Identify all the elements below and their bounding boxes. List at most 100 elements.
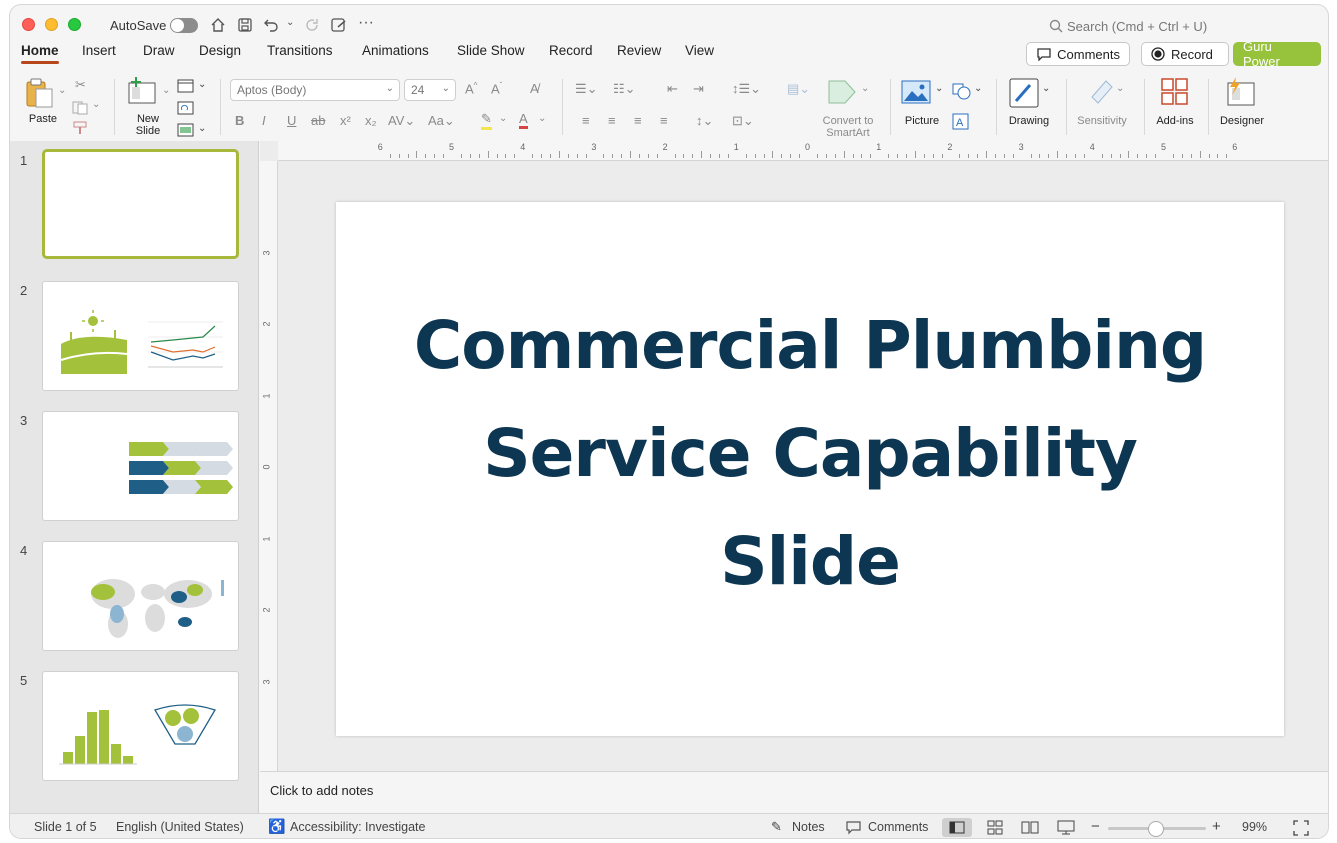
shrink-font-icon[interactable]: Aˇ (491, 81, 502, 96)
new-slide-dropdown-icon[interactable]: ⌄ (162, 85, 170, 96)
save-icon[interactable] (237, 17, 253, 33)
more-icon[interactable]: ··· (358, 14, 374, 32)
reset-icon[interactable] (177, 101, 195, 115)
paste-dropdown-icon[interactable]: ⌄ (58, 85, 66, 96)
bullets-icon[interactable]: ☰⌄ (575, 81, 598, 97)
tab-draw[interactable]: Draw (143, 43, 175, 58)
highlight-dropdown-icon[interactable]: ⌄ (499, 113, 507, 124)
tab-record[interactable]: Record (549, 43, 593, 58)
decrease-indent-icon[interactable]: ⇤ (667, 81, 678, 97)
drawing-icon[interactable] (1008, 77, 1040, 109)
font-name-select[interactable]: Aptos (Body) ⌄ (230, 79, 400, 101)
section-dropdown-icon[interactable]: ⌄ (198, 123, 206, 134)
slide-sorter-icon[interactable] (987, 820, 1003, 835)
character-spacing-icon[interactable]: AV⌄ (388, 113, 415, 129)
slide-thumbnail-1[interactable] (42, 149, 239, 259)
record-button[interactable]: Record (1141, 42, 1229, 66)
align-left-icon[interactable]: ≡ (582, 113, 590, 128)
tab-review[interactable]: Review (617, 43, 661, 58)
cut-icon[interactable]: ✂ (75, 77, 86, 93)
current-slide[interactable]: Commercial Plumbing Service Capability S… (336, 202, 1284, 736)
minimize-window-button[interactable] (45, 18, 58, 31)
format-painter-icon[interactable] (72, 121, 90, 135)
drawing-dropdown-icon[interactable]: ⌄ (1042, 83, 1050, 94)
tab-animations[interactable]: Animations (362, 43, 429, 58)
redo-icon[interactable] (304, 17, 320, 33)
text-direction-icon[interactable]: ↕⌄ (696, 113, 713, 129)
reading-view-icon[interactable] (1021, 820, 1039, 835)
slide-thumbnail-4[interactable] (42, 541, 239, 651)
undo-icon[interactable] (263, 17, 281, 33)
zoom-in-button[interactable]: + (1212, 818, 1221, 835)
align-center-icon[interactable]: ≡ (608, 113, 616, 128)
notes-pane[interactable]: Click to add notes (260, 771, 1328, 813)
sensitivity-icon[interactable] (1086, 77, 1116, 107)
smartart-icon[interactable] (827, 79, 857, 105)
tab-home[interactable]: Home (21, 43, 59, 64)
increase-indent-icon[interactable]: ⇥ (693, 81, 704, 97)
section-icon[interactable] (177, 123, 195, 137)
font-size-select[interactable]: 24 ⌄ (404, 79, 456, 101)
zoom-slider[interactable] (1108, 821, 1206, 837)
autosave-toggle[interactable] (170, 18, 198, 33)
slide-show-icon[interactable] (1057, 820, 1075, 835)
align-right-icon[interactable]: ≡ (634, 113, 642, 128)
zoom-slider-thumb[interactable] (1148, 821, 1164, 837)
guru-power-button[interactable]: Guru Power (1233, 39, 1321, 69)
strikethrough-icon[interactable]: ab (311, 113, 325, 128)
slide-thumbnail-3[interactable] (42, 411, 239, 521)
sensitivity-dropdown-icon[interactable]: ⌄ (1116, 83, 1124, 94)
change-case-icon[interactable]: Aa⌄ (428, 113, 455, 129)
add-ins-icon[interactable] (1160, 77, 1190, 107)
smartart-dropdown-icon[interactable]: ⌄ (861, 83, 869, 94)
layout-dropdown-icon[interactable]: ⌄ (198, 79, 206, 90)
home-icon[interactable] (210, 17, 226, 33)
columns-icon[interactable]: ▤⌄ (787, 81, 810, 97)
shapes-dropdown-icon[interactable]: ⌄ (974, 83, 982, 94)
picture-icon[interactable] (901, 79, 931, 105)
tab-design[interactable]: Design (199, 43, 241, 58)
italic-icon[interactable]: I (262, 113, 266, 128)
comments-button[interactable]: Comments (1026, 42, 1130, 66)
tab-slide-show[interactable]: Slide Show (457, 43, 525, 58)
line-spacing-icon[interactable]: ↕☰⌄ (732, 81, 761, 97)
align-text-icon[interactable]: ⊡⌄ (732, 113, 754, 129)
grow-font-icon[interactable]: A^ (465, 81, 477, 96)
slide-thumbnail-2[interactable] (42, 281, 239, 391)
underline-icon[interactable]: U (287, 113, 296, 128)
bold-icon[interactable]: B (235, 113, 244, 128)
picture-dropdown-icon[interactable]: ⌄ (935, 83, 943, 94)
paste-icon[interactable] (25, 77, 55, 109)
comments-toggle[interactable]: Comments (868, 820, 928, 834)
zoom-window-button[interactable] (68, 18, 81, 31)
designer-icon[interactable] (1224, 75, 1258, 107)
highlight-icon[interactable]: ✎ (481, 111, 492, 130)
subscript-icon[interactable]: x₂ (365, 113, 377, 128)
superscript-icon[interactable]: x² (340, 113, 351, 128)
notes-toggle[interactable]: Notes (792, 820, 825, 834)
undo-dropdown-icon[interactable]: ⌄ (286, 17, 294, 28)
search-input[interactable]: Search (Cmd + Ctrl + U) (1067, 19, 1207, 34)
clear-formatting-icon[interactable]: A̸ (530, 81, 539, 96)
customize-icon[interactable] (330, 17, 348, 33)
slide-title[interactable]: Commercial Plumbing Service Capability S… (336, 292, 1284, 616)
zoom-out-button[interactable]: − (1091, 818, 1100, 835)
justify-icon[interactable]: ≡ (660, 113, 668, 128)
tab-view[interactable]: View (685, 43, 714, 58)
slide-thumbnail-5[interactable] (42, 671, 239, 781)
tab-transitions[interactable]: Transitions (267, 43, 333, 58)
font-color-dropdown-icon[interactable]: ⌄ (538, 113, 546, 124)
accessibility-status[interactable]: Accessibility: Investigate (290, 820, 425, 834)
language-indicator[interactable]: English (United States) (116, 820, 244, 834)
normal-view-button[interactable] (942, 818, 972, 837)
zoom-level[interactable]: 99% (1242, 820, 1267, 834)
copy-icon[interactable] (72, 101, 90, 115)
fit-to-window-icon[interactable] (1293, 820, 1309, 836)
numbering-icon[interactable]: ☷⌄ (613, 81, 636, 97)
font-color-icon[interactable]: A (519, 111, 528, 129)
new-slide-icon[interactable] (126, 77, 160, 107)
text-box-icon[interactable]: A (952, 113, 970, 131)
layout-icon[interactable] (177, 79, 195, 93)
shapes-icon[interactable] (952, 83, 972, 101)
close-window-button[interactable] (22, 18, 35, 31)
